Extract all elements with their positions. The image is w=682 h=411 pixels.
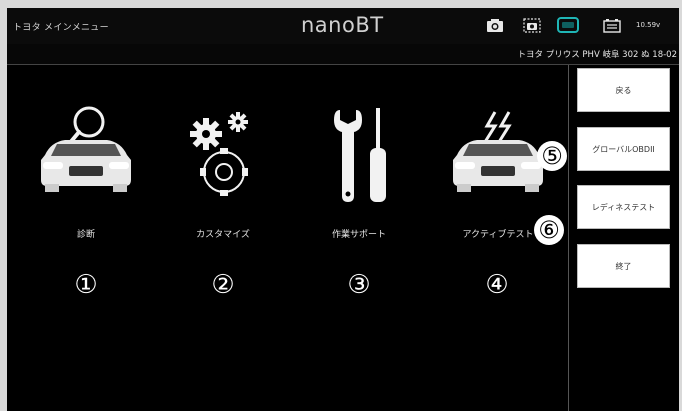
connection-icon[interactable] (557, 16, 579, 38)
gears-icon (190, 112, 248, 196)
exit-button[interactable]: 終了 (577, 244, 670, 288)
tile-customize[interactable]: カスタマイズ (168, 100, 278, 250)
car-magnifier-icon (41, 106, 131, 192)
vehicle-info: トヨタ プリウス PHV 岐阜 302 ぬ 18-02 (517, 50, 677, 60)
back-button[interactable]: 戻る (577, 68, 670, 112)
tile-number: ④ (485, 270, 509, 300)
header-divider (7, 64, 679, 65)
tile-number: ① (74, 270, 98, 300)
camera-icon[interactable] (486, 17, 504, 37)
battery-icon (603, 17, 621, 37)
menu-title: トヨタ メインメニュー (13, 23, 109, 33)
readiness-test-button[interactable]: レディネステスト (577, 185, 670, 229)
battery-voltage: 10.59v (636, 21, 661, 29)
car-lightning-icon (453, 111, 543, 192)
annotation-number: ⑥ (534, 215, 564, 245)
top-bar: トヨタ メインメニュー nanoBT 10.59v (7, 8, 679, 44)
vehicle-bar: トヨタ プリウス PHV 岐阜 302 ぬ 18-02 (7, 44, 679, 64)
tile-number: ③ (347, 270, 371, 300)
tile-number: ② (211, 270, 235, 300)
app-frame: トヨタ メインメニュー nanoBT 10.59v トヨタ プリウス PHV 岐… (7, 8, 679, 411)
screenshot-icon[interactable] (523, 17, 541, 37)
tile-diagnosis[interactable]: 診断 (31, 100, 141, 250)
tile-label: 診断 (76, 230, 95, 240)
tile-label: カスタマイズ (196, 230, 250, 240)
tools-icon (334, 108, 386, 202)
global-obd-button[interactable]: グローバルOBDII (577, 127, 670, 171)
sidebar-divider (568, 65, 569, 411)
annotation-number: ⑤ (537, 141, 567, 171)
app-title: nanoBT (301, 13, 384, 37)
tile-work-support[interactable]: 作業サポート (304, 100, 414, 250)
tile-label: 作業サポート (331, 230, 386, 240)
